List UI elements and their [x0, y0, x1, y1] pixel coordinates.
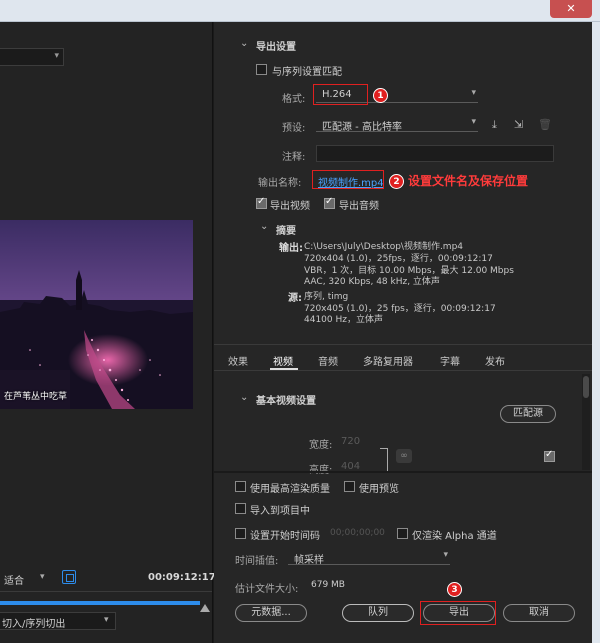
render-alpha-only-checkbox[interactable] — [397, 528, 408, 539]
source-range-label: 切入/序列切出 — [2, 619, 66, 630]
save-preset-icon[interactable]: ⤓ — [492, 118, 497, 132]
width-label: 宽度: — [309, 440, 333, 451]
chain-link-icon[interactable]: ∞ — [396, 449, 412, 463]
collapse-chevron-icon[interactable]: ⌄ — [260, 221, 268, 232]
use-previews-label: 使用预览 — [359, 484, 399, 495]
close-icon: ✕ — [566, 2, 576, 15]
match-source-button[interactable]: 匹配源 — [500, 405, 556, 423]
match-source-dimension-checkbox[interactable] — [544, 449, 555, 462]
queue-button[interactable]: 队列 — [342, 604, 414, 622]
tab-publish[interactable]: 发布 — [485, 353, 505, 368]
divider — [214, 344, 592, 345]
import-preset-icon[interactable]: ⇲ — [514, 118, 523, 131]
use-previews-checkbox[interactable] — [344, 481, 355, 492]
export-settings-title: 导出设置 — [256, 42, 296, 53]
preset-label: 预设: — [282, 123, 306, 134]
set-start-timecode-label: 设置开始时间码 — [250, 531, 320, 542]
divider — [0, 591, 212, 592]
chevron-down-icon: ▾ — [54, 51, 59, 61]
chevron-down-icon: ▾ — [40, 572, 45, 582]
annotation-box-export — [420, 601, 496, 625]
chevron-down-icon: ▾ — [104, 615, 109, 625]
basic-video-settings-title: 基本视频设置 — [256, 396, 316, 407]
comment-label: 注释: — [282, 152, 306, 163]
collapse-chevron-icon[interactable]: ⌄ — [240, 38, 248, 49]
summary-output-line: AAC, 320 Kbps, 48 kHz, 立体声 — [304, 277, 440, 287]
start-timecode-value[interactable]: 00;00;00;00 — [330, 528, 385, 538]
tab-audio[interactable]: 音频 — [318, 353, 338, 368]
time-interpolation-value: 帧采样 — [294, 555, 324, 566]
preview-image — [0, 220, 193, 409]
window-titlebar — [0, 0, 600, 22]
tab-multiplexer[interactable]: 多路复用器 — [363, 353, 413, 368]
timeline-end-marker[interactable] — [200, 604, 210, 612]
match-sequence-checkbox[interactable] — [256, 64, 267, 75]
window-frame-right — [592, 22, 600, 643]
export-audio-label: 导出音频 — [339, 201, 379, 212]
annotation-badge-1: 1 — [373, 88, 388, 103]
source-dropdown[interactable]: ▾ — [0, 48, 64, 66]
height-label: 高度: — [309, 461, 332, 476]
fit-dropdown-label[interactable]: 适合 — [4, 572, 24, 587]
cancel-button[interactable]: 取消 — [503, 604, 575, 622]
annotation-text: 设置文件名及保存位置 — [408, 174, 529, 188]
match-sequence-label: 与序列设置匹配 — [272, 67, 342, 78]
summary-title: 摘要 — [276, 226, 296, 237]
scrollbar-thumb[interactable] — [583, 376, 589, 398]
timeline-bar[interactable] — [0, 601, 200, 605]
width-value[interactable]: 720 — [341, 436, 360, 447]
preset-value: 匹配源 - 高比特率 — [322, 122, 402, 133]
max-render-quality-checkbox[interactable] — [235, 481, 246, 492]
link-bracket — [380, 448, 388, 472]
preview-timecode: 00:09:12:17 — [148, 572, 216, 583]
tab-video[interactable]: 视频 — [273, 353, 293, 368]
divider — [214, 370, 592, 371]
export-video-label: 导出视频 — [270, 201, 310, 212]
annotation-box-output-name — [312, 170, 384, 189]
chevron-down-icon: ▾ — [471, 88, 476, 98]
metadata-button[interactable]: 元数据... — [235, 604, 307, 622]
time-interpolation-label: 时间插值: — [235, 556, 279, 567]
estimated-size-label: 估计文件大小: — [235, 584, 299, 595]
max-render-quality-label: 使用最高渲染质量 — [250, 484, 330, 495]
comment-input[interactable] — [316, 145, 554, 162]
annotation-box-format — [313, 84, 368, 105]
summary-source-line: 44100 Hz，立体声 — [304, 315, 383, 325]
import-into-project-checkbox[interactable] — [235, 503, 246, 514]
output-name-label: 输出名称: — [258, 178, 302, 189]
annotation-badge-3: 3 — [447, 582, 462, 597]
format-label: 格式: — [282, 94, 306, 105]
crop-icon[interactable] — [62, 570, 76, 584]
close-window-button[interactable]: ✕ — [550, 0, 592, 18]
import-into-project-label: 导入到项目中 — [250, 506, 310, 517]
preset-dropdown[interactable]: 匹配源 - 高比特率 ▾ — [316, 116, 478, 133]
delete-preset-icon[interactable]: 🗑 — [538, 118, 552, 131]
export-audio-checkbox[interactable] — [324, 196, 335, 209]
export-video-checkbox[interactable] — [256, 196, 267, 209]
collapse-chevron-icon[interactable]: ⌄ — [240, 392, 248, 403]
chevron-down-icon: ▾ — [443, 550, 448, 560]
preview-caption: 在芦苇丛中吃草 — [4, 392, 68, 402]
tab-captions[interactable]: 字幕 — [440, 353, 460, 368]
estimated-size-value: 679 MB — [311, 580, 345, 590]
divider — [214, 471, 592, 473]
summary-output-label: 输出: — [279, 243, 303, 254]
set-start-timecode-checkbox[interactable] — [235, 528, 246, 539]
tab-effects[interactable]: 效果 — [228, 353, 248, 368]
annotation-badge-2: 2 — [389, 174, 404, 189]
chevron-down-icon: ▾ — [471, 117, 476, 127]
summary-source-label: 源: — [288, 293, 302, 304]
time-interpolation-dropdown[interactable]: 帧采样 ▾ — [288, 549, 450, 566]
render-alpha-only-label: 仅渲染 Alpha 通道 — [412, 531, 497, 542]
